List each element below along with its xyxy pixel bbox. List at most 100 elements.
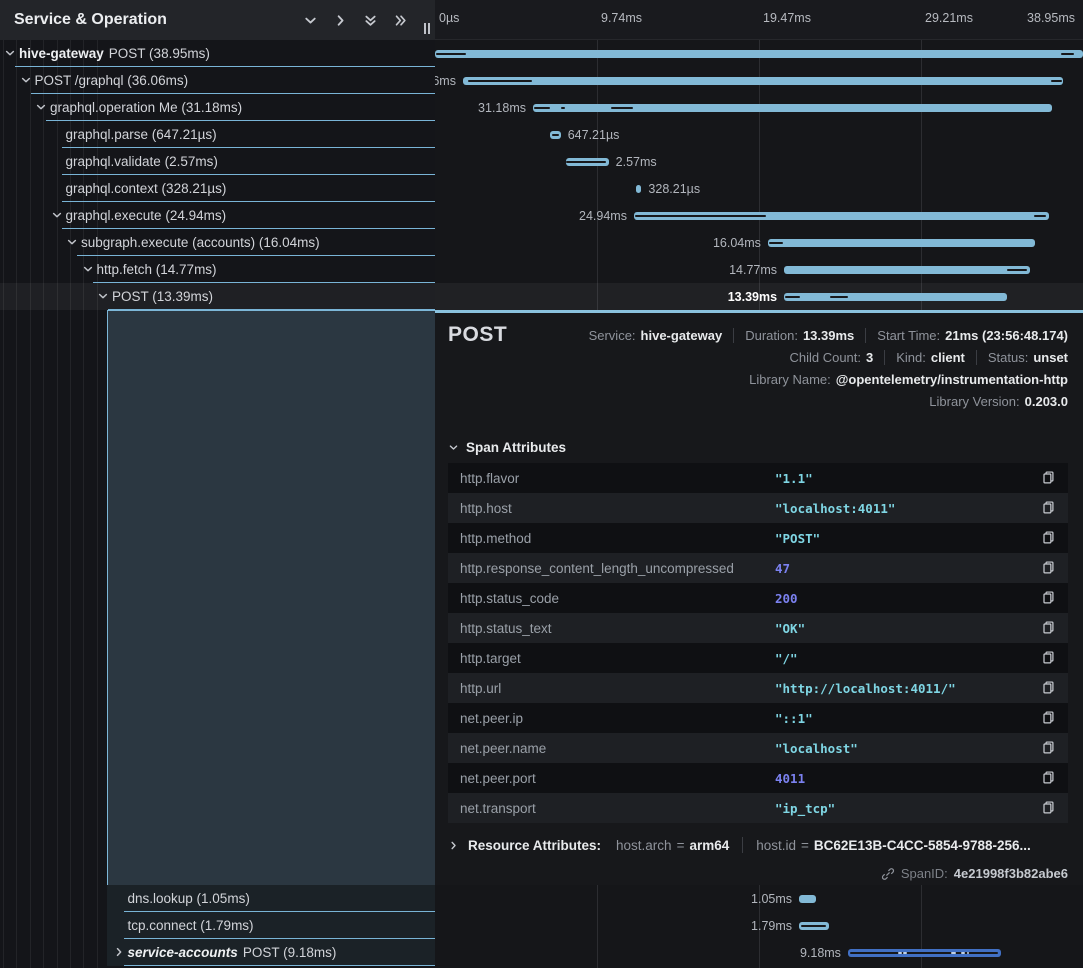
tree-row[interactable]: graphql.execute (24.94ms)	[0, 202, 435, 229]
copy-icon[interactable]	[1041, 680, 1056, 695]
attribute-value: "/"	[775, 651, 798, 666]
timeline-row: 1.79ms	[435, 912, 1083, 939]
copy-icon[interactable]	[1041, 560, 1056, 575]
bar-notch	[534, 107, 550, 109]
tree-row[interactable]: service-accounts POST (9.18ms)	[0, 939, 435, 966]
panel-resize-handle[interactable]	[424, 23, 430, 34]
attribute-row: net.peer.ip"::1"	[448, 703, 1068, 733]
bar-notch	[1034, 215, 1046, 217]
span-bar[interactable]	[636, 185, 641, 193]
timeline-ruler: 0µs9.74ms19.47ms29.21ms38.95ms	[435, 0, 1083, 40]
span-bar[interactable]	[799, 895, 816, 903]
span-id-value: 4e21998f3b82abe6	[954, 866, 1068, 881]
tree-row[interactable]: dns.lookup (1.05ms)	[0, 885, 435, 912]
span-label: tcp.connect (1.79ms)	[128, 918, 254, 933]
divider	[884, 350, 885, 365]
tree-row[interactable]: graphql.context (328.21µs)	[0, 175, 435, 202]
span-duration-label: 328.21µs	[648, 182, 700, 196]
bar-notch	[769, 242, 783, 244]
attribute-row: net.transport"ip_tcp"	[448, 793, 1068, 823]
chevron-down-icon[interactable]	[4, 47, 17, 60]
bar-notch	[801, 925, 826, 927]
double-chevron-right-icon[interactable]	[393, 13, 408, 28]
tree-row[interactable]: POST (13.39ms)	[0, 283, 435, 310]
bar-notch	[566, 161, 606, 163]
timeline-row: 647.21µs	[435, 121, 1083, 148]
service-name: service-accounts	[128, 945, 238, 960]
span-attributes-header[interactable]: Span Attributes	[448, 440, 566, 455]
overview-label: Kind:	[896, 350, 926, 365]
span-label: POST (9.18ms)	[243, 945, 337, 960]
chevron-right-icon[interactable]	[113, 946, 126, 959]
bar-notch	[552, 134, 559, 136]
span-bar[interactable]	[463, 77, 1063, 85]
bar-notch	[611, 107, 633, 109]
copy-icon[interactable]	[1041, 710, 1056, 725]
chevron-down-icon	[448, 442, 459, 453]
span-duration-label: 24.94ms	[579, 209, 627, 223]
span-bar[interactable]	[784, 266, 1030, 274]
chevron-right-icon	[448, 840, 459, 851]
copy-icon[interactable]	[1041, 800, 1056, 815]
attribute-row: net.peer.port4011	[448, 763, 1068, 793]
attribute-row: http.response_content_length_uncompresse…	[448, 553, 1068, 583]
overview-label: Status:	[988, 350, 1028, 365]
row-underline	[124, 965, 436, 966]
tree-row[interactable]: graphql.validate (2.57ms)	[0, 148, 435, 175]
span-label: subgraph.execute (accounts) (16.04ms)	[81, 235, 320, 250]
tree-row[interactable]: hive-gatewayPOST (38.95ms)	[0, 40, 435, 67]
tree-row[interactable]: graphql.operation Me (31.18ms)	[0, 94, 435, 121]
attribute-value: "localhost:4011"	[775, 501, 895, 516]
span-duration-label: 647.21µs	[568, 128, 620, 142]
attribute-value: "1.1"	[775, 471, 813, 486]
overview-value: hive-gateway	[641, 328, 723, 343]
chevron-down-icon[interactable]	[20, 74, 33, 87]
overview-value: 21ms (23:56:48.174)	[945, 328, 1068, 343]
chevron-right-icon[interactable]	[333, 13, 348, 28]
tree-row[interactable]: POST /graphql (36.06ms)	[0, 67, 435, 94]
span-label: graphql.execute (24.94ms)	[66, 208, 227, 223]
chevron-down-icon[interactable]	[82, 263, 95, 276]
resource-attributes-values: host.arch=arm64host.id=BC62E13B-C4CC-585…	[616, 837, 1031, 853]
chevron-down-icon[interactable]	[35, 101, 48, 114]
copy-icon[interactable]	[1041, 620, 1056, 635]
copy-icon[interactable]	[1041, 770, 1056, 785]
span-bar[interactable]	[435, 50, 1083, 58]
overview-line: Child Count:3Kind:clientStatus:unset	[789, 347, 1068, 367]
tree-row[interactable]: tcp.connect (1.79ms)	[0, 912, 435, 939]
chevron-down-icon[interactable]	[97, 290, 110, 303]
copy-icon[interactable]	[1041, 650, 1056, 665]
link-icon[interactable]	[881, 867, 895, 881]
copy-icon[interactable]	[1041, 590, 1056, 605]
copy-icon[interactable]	[1041, 470, 1056, 485]
double-chevron-down-icon[interactable]	[363, 13, 378, 28]
tree-header: Service & Operation	[0, 0, 435, 40]
timeline-row	[435, 40, 1083, 67]
bar-notch-light	[903, 952, 906, 954]
resource-attributes-row[interactable]: Resource Attributes: host.arch=arm64host…	[448, 837, 1031, 853]
attribute-value: "::1"	[775, 711, 813, 726]
copy-icon[interactable]	[1041, 740, 1056, 755]
tree-header-icons	[303, 13, 435, 28]
tree-row[interactable]: http.fetch (14.77ms)	[0, 256, 435, 283]
overview-value: 13.39ms	[803, 328, 854, 343]
chevron-down-icon[interactable]	[51, 209, 64, 222]
span-duration-label: 36.06ms	[435, 74, 456, 88]
chevron-down-icon[interactable]	[303, 13, 318, 28]
attribute-key: net.transport	[448, 801, 536, 816]
copy-icon[interactable]	[1041, 500, 1056, 515]
chevron-down-icon[interactable]	[66, 236, 79, 249]
span-detail-title: POST	[448, 323, 507, 347]
span-bar[interactable]	[784, 293, 1007, 301]
span-duration-label: 1.05ms	[751, 892, 792, 906]
attribute-row: http.flavor"1.1"	[448, 463, 1068, 493]
tree-row[interactable]: subgraph.execute (accounts) (16.04ms)	[0, 229, 435, 256]
tree-row[interactable]: graphql.parse (647.21µs)	[0, 121, 435, 148]
bar-notch	[436, 53, 466, 55]
span-duration-label: 9.18ms	[800, 946, 841, 960]
copy-icon[interactable]	[1041, 530, 1056, 545]
attribute-key: http.url	[448, 681, 501, 696]
time-tick: 9.74ms	[601, 11, 642, 25]
span-bar[interactable]	[768, 239, 1035, 247]
overview-value: unset	[1033, 350, 1068, 365]
